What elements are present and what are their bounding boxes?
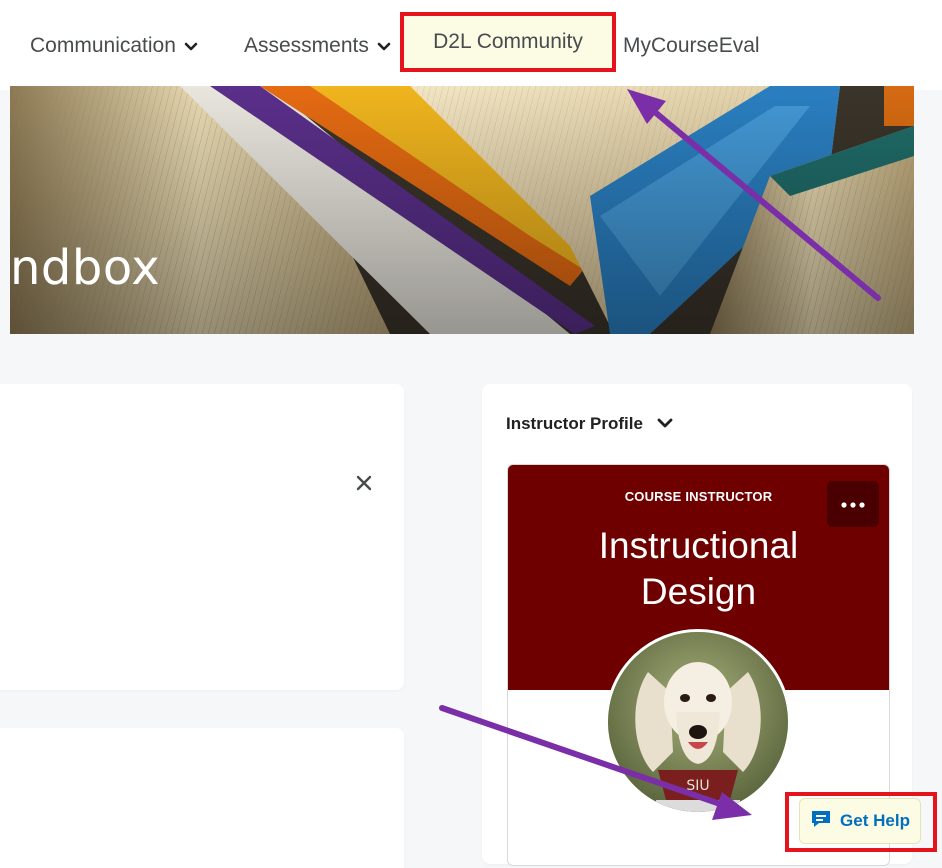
nav-d2l-community-label: D2L Community <box>433 30 583 53</box>
nav-communication[interactable]: Communication <box>30 34 198 58</box>
nav-assessments-label: Assessments <box>244 34 369 57</box>
widget-title-label: Instructor Profile <box>506 414 643 433</box>
chevron-down-icon <box>657 414 673 434</box>
avatar: SIU <box>605 629 791 815</box>
nav-assessments[interactable]: Assessments <box>244 34 391 58</box>
more-options-button[interactable] <box>827 481 879 527</box>
announcement-card <box>0 384 404 690</box>
more-icon <box>841 495 865 513</box>
bandana-text: SIU <box>686 778 709 794</box>
instructor-name: Instructional Design <box>508 523 889 615</box>
get-help-label: Get Help <box>840 811 910 830</box>
nav-communication-label: Communication <box>30 34 176 57</box>
top-navigation-bar: Communication Assessments D2L Community … <box>0 0 942 90</box>
instructor-name-line1: Instructional <box>598 525 799 566</box>
close-icon <box>355 474 373 497</box>
nav-d2l-community[interactable]: D2L Community <box>400 12 616 72</box>
instructor-name-line2: Design <box>640 571 757 612</box>
dog-photo: SIU <box>608 632 788 812</box>
course-title: ndbox <box>10 240 161 296</box>
chevron-down-icon <box>377 34 391 58</box>
course-banner: ndbox <box>10 86 914 334</box>
widget-title-menu[interactable]: Instructor Profile <box>506 414 673 434</box>
chat-icon <box>810 809 832 834</box>
chevron-down-icon <box>184 34 198 58</box>
nav-mycourseeval-label: MyCourseEval <box>623 34 760 57</box>
content-card <box>0 728 404 868</box>
get-help-button[interactable]: Get Help <box>799 798 921 844</box>
banner-books-image <box>10 86 914 334</box>
nav-mycourseeval[interactable]: MyCourseEval <box>623 34 760 58</box>
close-button[interactable] <box>351 472 377 498</box>
